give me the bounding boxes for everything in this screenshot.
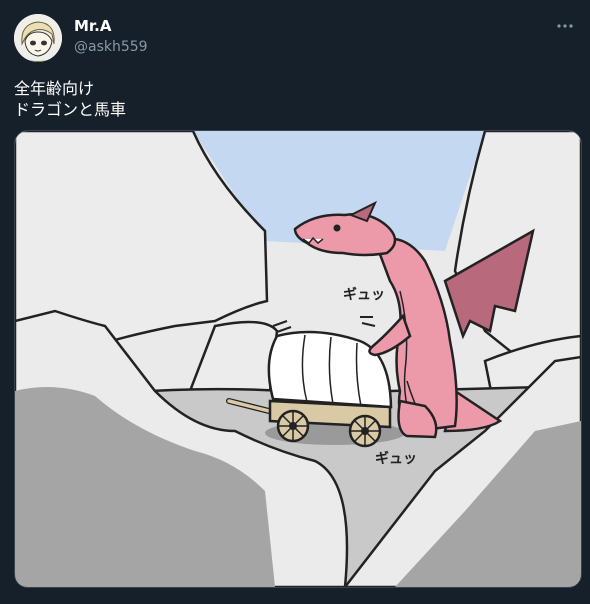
tweet-text: 全年齢向け ドラゴンと馬車 [14, 79, 127, 119]
avatar[interactable] [14, 14, 62, 62]
author-block: Mr.A @askh559 [74, 16, 148, 57]
tweet: Mr.A @askh559 全年齢向け ドラゴンと馬車 ギュッ ギュッ [0, 0, 590, 604]
display-name[interactable]: Mr.A [74, 16, 148, 36]
wagon-wheel-left [276, 409, 310, 443]
sfx-lower: ギュッ [375, 450, 417, 467]
more-options-button[interactable] [554, 16, 576, 36]
tweet-image[interactable]: ギュッ ギュッ [14, 130, 582, 588]
user-handle[interactable]: @askh559 [74, 37, 148, 57]
sfx-upper: ギュッ [343, 286, 385, 303]
dragon-eye [333, 224, 341, 232]
more-horizontal-icon [557, 24, 573, 28]
dragon-carriage-illustration: ギュッ ギュッ [15, 131, 581, 587]
wagon-wheel-right [348, 414, 382, 448]
avatar-image [14, 14, 62, 62]
